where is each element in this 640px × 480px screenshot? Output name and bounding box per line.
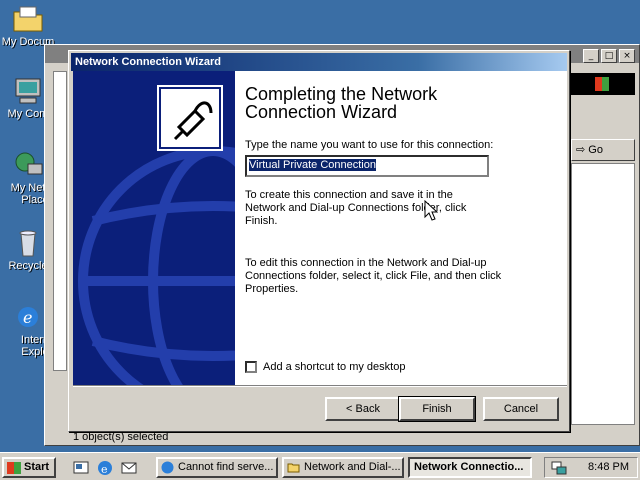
shortcut-label: Add a shortcut to my desktop (263, 361, 406, 373)
svg-text:e: e (23, 308, 32, 327)
page-title: Completing the Network Connection Wizard (245, 85, 437, 121)
windows-logo (571, 73, 635, 95)
instructions-edit: To edit this connection in the Network a… (245, 257, 502, 295)
internet-explorer-icon (161, 461, 174, 474)
connection-name-input[interactable]: Virtual Private Connection (245, 155, 489, 177)
internet-explorer-icon[interactable]: e (96, 459, 114, 477)
task-button-network-connection-wizard[interactable]: Network Connectio... (408, 457, 532, 478)
task-label: Network Connectio... (414, 461, 524, 473)
page-title-line2: Connection Wizard (245, 102, 398, 122)
go-label: Go (588, 144, 603, 156)
shortcut-checkbox[interactable] (245, 361, 257, 373)
dialog-titlebar[interactable]: Network Connection Wizard (71, 53, 567, 71)
system-tray: 8:48 PM (544, 457, 638, 478)
instructions-create: To create this connection and save it in… (245, 189, 467, 227)
outlook-express-icon[interactable] (120, 459, 138, 477)
computer-icon (15, 78, 41, 104)
windows-flag-icon (595, 77, 609, 91)
finish-button[interactable]: Finish (398, 396, 476, 422)
folder-icon (287, 463, 300, 473)
network-connection-wizard-dialog: Network Connection Wizard Completing the… (68, 50, 570, 432)
show-desktop-icon[interactable] (72, 459, 90, 477)
go-arrow-icon: ⇨ (576, 144, 586, 156)
go-button[interactable]: ⇨ Go (571, 139, 635, 161)
maximize-button[interactable]: □ (601, 49, 617, 63)
minimize-button[interactable]: _ (583, 49, 599, 63)
folder-documents-icon (13, 6, 43, 32)
close-button[interactable]: × (619, 49, 635, 63)
file-list-pane[interactable] (571, 163, 635, 425)
connection-name-value: Virtual Private Connection (249, 159, 376, 171)
network-status-icon[interactable] (551, 460, 567, 476)
background-window-controls: _ □ × (583, 49, 635, 63)
cancel-button[interactable]: Cancel (483, 397, 559, 421)
network-plug-icon (157, 85, 223, 151)
windows-flag-icon (7, 462, 21, 474)
shortcut-option[interactable]: Add a shortcut to my desktop (245, 361, 405, 373)
button-separator (73, 385, 567, 387)
network-places-icon (15, 152, 43, 175)
desktop-icon-my-documents[interactable]: My Docum (0, 4, 56, 48)
page-title-line1: Completing the Network (245, 84, 438, 104)
recycle-bin-icon (19, 230, 37, 257)
internet-explorer-icon: e (18, 307, 38, 327)
taskbar: Start e Cannot find serve... Network and… (0, 452, 640, 480)
connection-name-prompt: Type the name you want to use for this c… (245, 139, 494, 151)
task-label: Network and Dial-... (304, 461, 401, 473)
svg-text:e: e (101, 463, 108, 476)
back-button[interactable]: < Back (325, 397, 401, 421)
clock[interactable]: 8:48 PM (588, 461, 629, 473)
task-label: Cannot find serve... (178, 461, 274, 473)
task-button-network-dialup[interactable]: Network and Dial-... (282, 457, 404, 478)
wizard-banner (73, 71, 235, 385)
start-label: Start (24, 461, 50, 473)
status-bar-text: 1 object(s) selected (73, 431, 169, 443)
mouse-pointer-icon (424, 200, 438, 221)
task-button-cannot-find-server[interactable]: Cannot find serve... (156, 457, 278, 478)
start-button[interactable]: Start (2, 457, 56, 478)
wizard-content: Completing the Network Connection Wizard… (235, 71, 567, 385)
left-pane (53, 71, 67, 371)
